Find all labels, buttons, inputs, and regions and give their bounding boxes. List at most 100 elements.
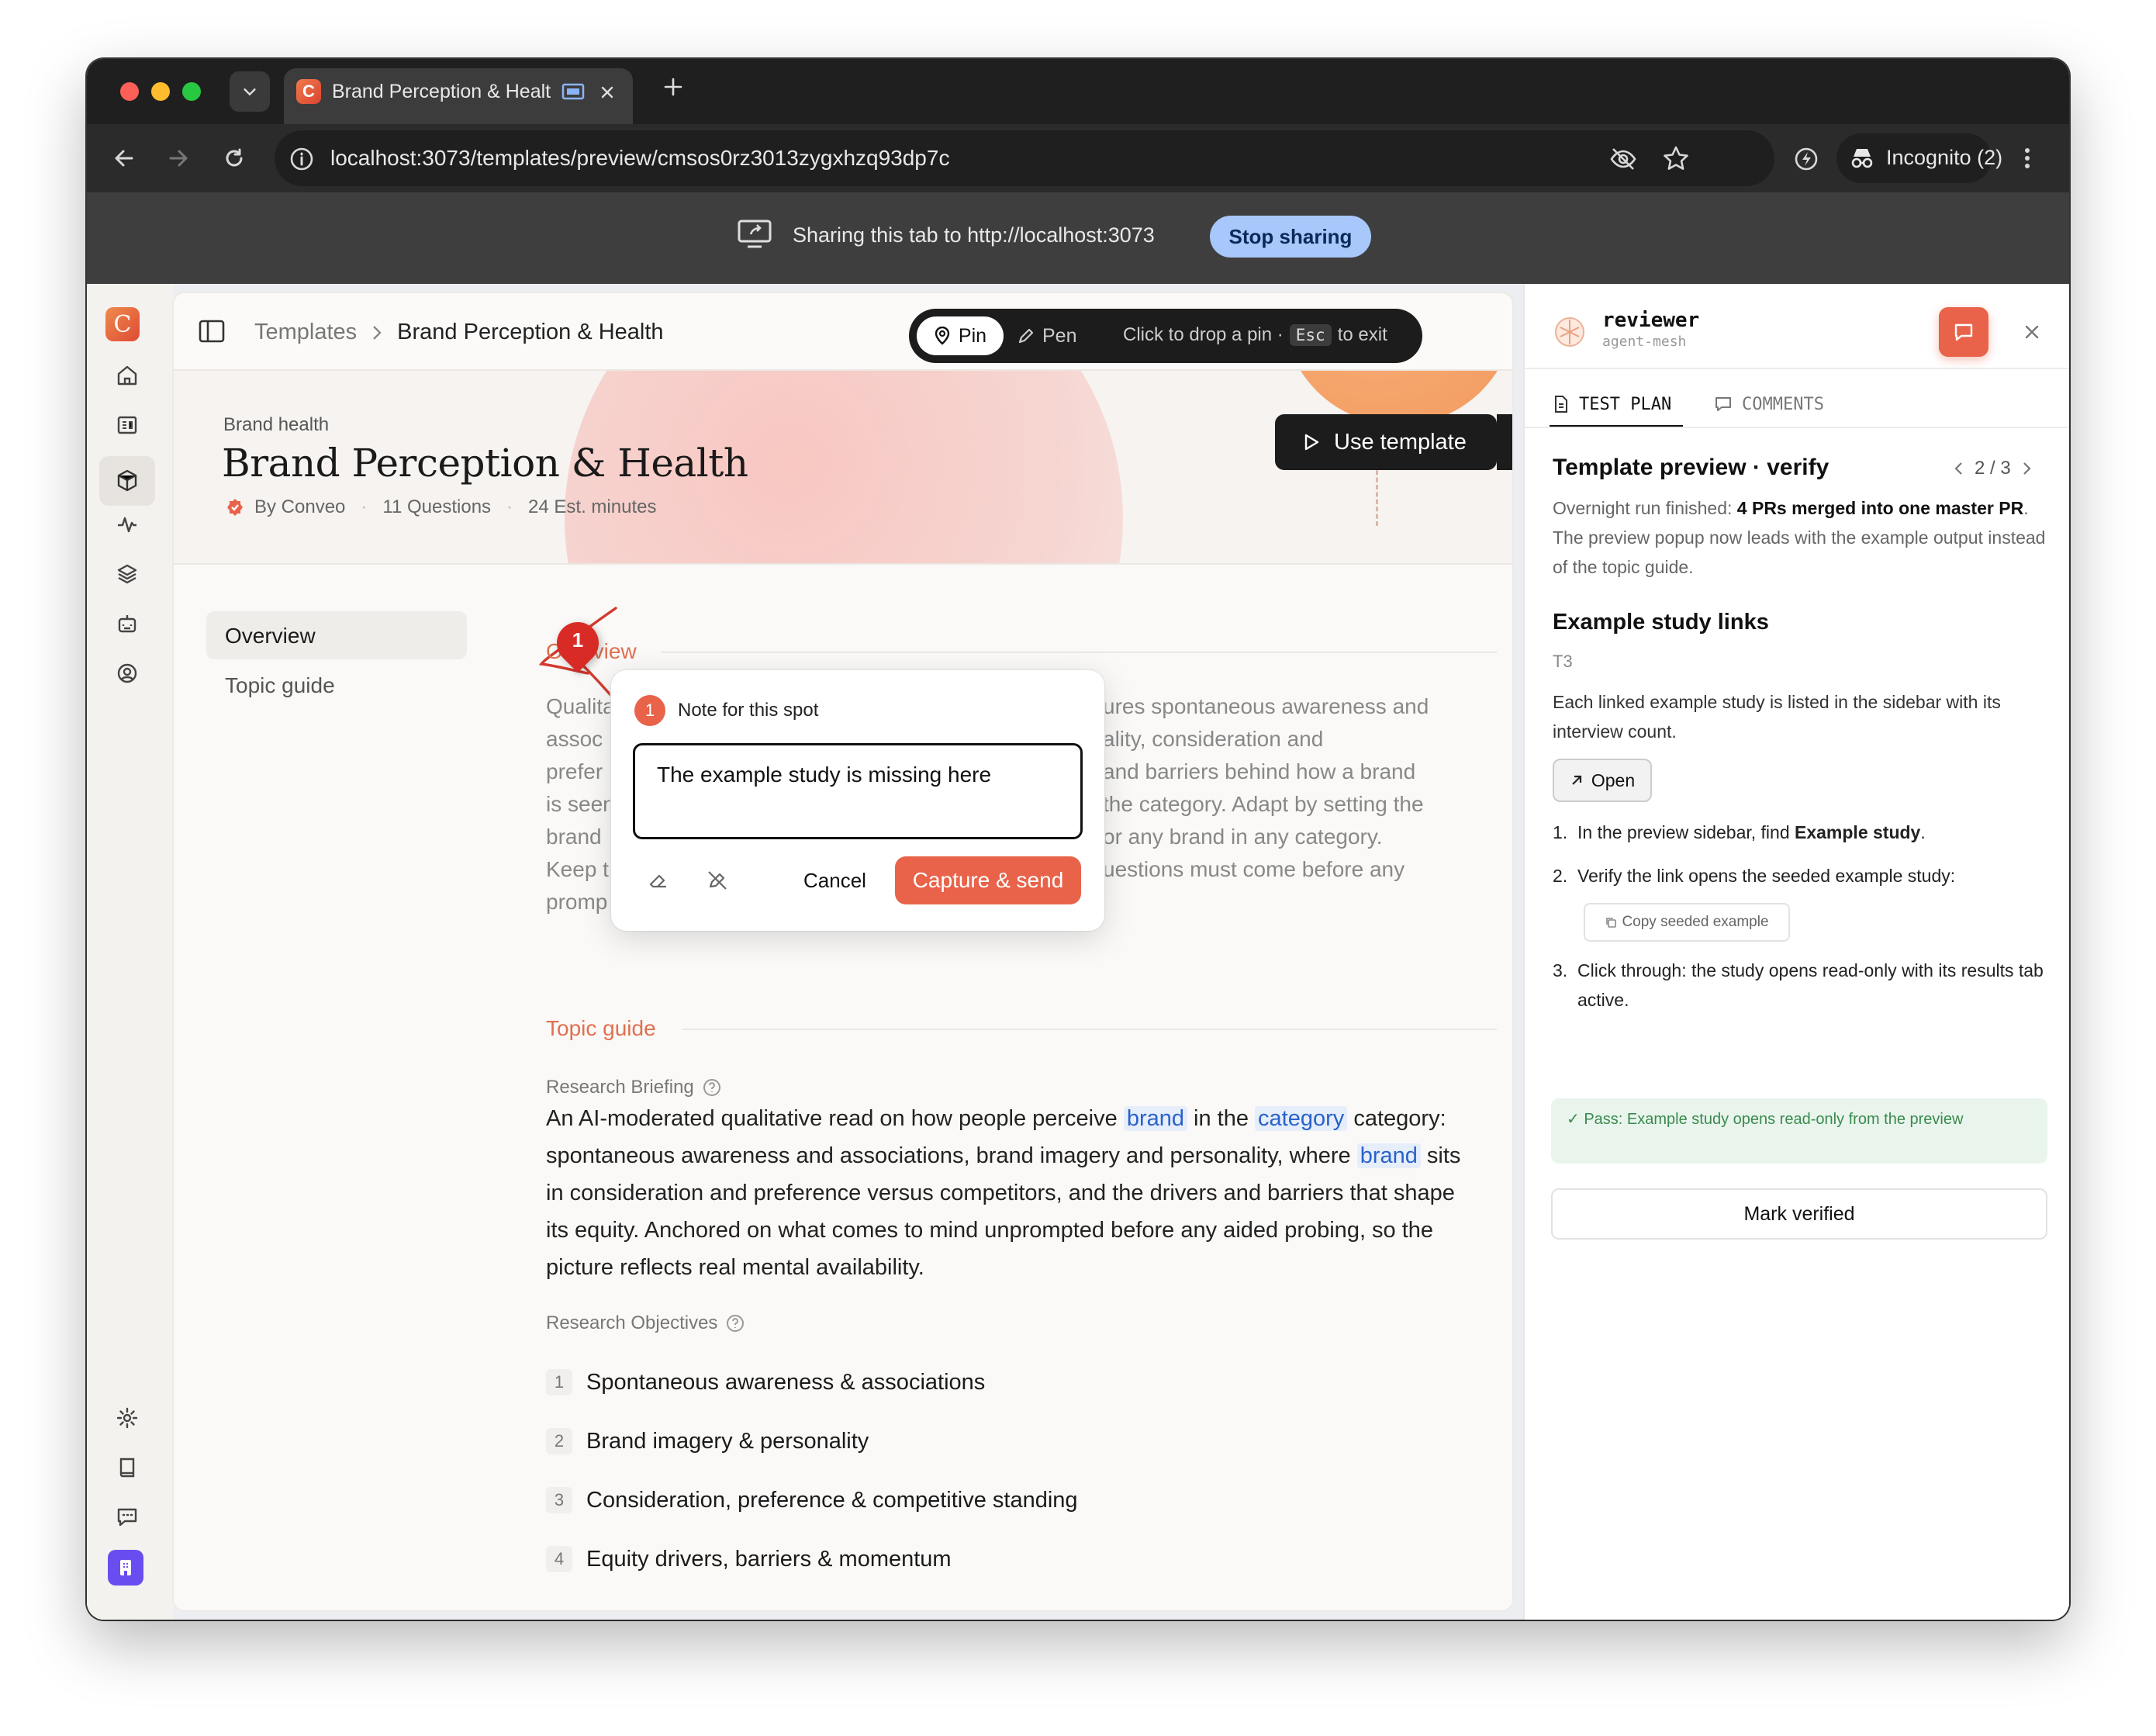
profile-chip[interactable]: Incognito (2) <box>1836 133 2002 183</box>
research-briefing-label-text: Research Briefing <box>546 1077 694 1098</box>
research-objectives-label: Research Objectives <box>546 1312 745 1334</box>
pin-mode-button[interactable]: Pin <box>917 316 1004 355</box>
pin-hint-exit: to exit <box>1337 324 1387 345</box>
tab-title: Brand Perception & Healt <box>332 81 551 102</box>
copy-icon <box>1606 918 1617 928</box>
overview-line: prefer <box>546 759 603 783</box>
reviewer-name: reviewer <box>1602 309 1700 332</box>
site-info-icon[interactable] <box>289 146 315 172</box>
workspace-avatar[interactable] <box>108 1550 143 1586</box>
open-button[interactable]: Open <box>1553 759 1652 802</box>
home-icon[interactable] <box>112 360 143 391</box>
plan-summary: Overnight run finished: 4 PRs merged int… <box>1553 493 2046 582</box>
template-duration: 24 Est. minutes <box>528 496 657 517</box>
profile-label: Incognito (2) <box>1886 146 2003 169</box>
topic-guide-section-rule <box>682 1029 1497 1030</box>
tab-test-plan[interactable]: TEST PLAN <box>1553 385 1671 424</box>
chevron-left-icon[interactable] <box>1953 460 1965 477</box>
summary-bold: 4 PRs merged into one master PR <box>1736 498 2024 518</box>
chevron-right-icon[interactable] <box>2020 460 2033 477</box>
pass-text: ✓ Pass: Example study opens read-only fr… <box>1567 1111 1964 1128</box>
verified-badge-icon <box>227 499 243 516</box>
app-logo[interactable]: C <box>105 307 140 341</box>
objective-text: Equity drivers, barriers & momentum <box>586 1546 952 1572</box>
breadcrumb: Templates Brand Perception & Health <box>254 320 664 345</box>
mark-verified-button[interactable]: Mark verified <box>1551 1188 2047 1240</box>
url-text: localhost:3073/templates/preview/cmsos0r… <box>330 146 950 170</box>
pen-mode-button[interactable]: Pen <box>1018 316 1076 355</box>
use-template-menu-button[interactable] <box>1497 414 1512 470</box>
close-tab-icon[interactable] <box>599 84 616 101</box>
step-text-post: . <box>1920 822 1926 842</box>
sidebar-toggle-icon[interactable] <box>199 320 225 343</box>
cancel-button[interactable]: Cancel <box>803 861 866 900</box>
extensions-icon[interactable] <box>1791 144 1821 174</box>
back-icon[interactable] <box>110 144 138 172</box>
message-square-icon <box>1715 397 1731 411</box>
step-item: 2. Verify the link opens the seeded examp… <box>1553 861 2049 890</box>
use-template-button[interactable]: Use template <box>1275 414 1498 470</box>
help-circle-icon[interactable] <box>702 1077 722 1098</box>
meta-separator: · <box>506 496 513 517</box>
incognito-icon <box>1851 149 1873 168</box>
activity-icon[interactable] <box>112 509 143 540</box>
step-number: 1. <box>1553 822 1568 842</box>
objective-number: 1 <box>546 1369 572 1395</box>
nav-overview[interactable]: Overview <box>206 611 467 659</box>
objective-number: 3 <box>546 1487 572 1513</box>
layers-icon[interactable] <box>112 558 143 590</box>
omnibox[interactable]: localhost:3073/templates/preview/cmsos0r… <box>275 130 1774 186</box>
brand-variable[interactable]: brand <box>1123 1106 1187 1131</box>
active-tab[interactable]: C Brand Perception & Healt <box>284 68 633 124</box>
section-title: Example study links <box>1553 610 1769 635</box>
stop-sharing-button[interactable]: Stop sharing <box>1210 216 1371 258</box>
steps-list: 1. In the preview sidebar, find Example s… <box>1553 818 2049 1015</box>
forward-icon[interactable] <box>164 144 192 172</box>
close-window-button[interactable] <box>120 82 139 101</box>
brand-variable[interactable]: brand <box>1356 1143 1421 1168</box>
help-circle-icon[interactable] <box>725 1313 745 1333</box>
template-questions: 11 Questions <box>382 496 492 517</box>
user-circle-icon[interactable] <box>112 658 143 689</box>
feedback-chat-icon[interactable] <box>112 1502 143 1533</box>
reload-icon[interactable] <box>220 144 248 172</box>
overview-line: Keep t <box>546 857 609 881</box>
eraser-icon[interactable] <box>647 869 670 892</box>
nav-topic-guide[interactable]: Topic guide <box>225 673 335 698</box>
note-textarea[interactable]: The example study is missing here <box>633 743 1083 839</box>
tab-comments[interactable]: COMMENTS <box>1714 385 1824 424</box>
maximize-window-button[interactable] <box>182 82 201 101</box>
topic-guide-section-title: Topic guide <box>546 1016 656 1040</box>
note-popup: 1 Note for this spot The example study i… <box>611 670 1104 931</box>
clear-pen-icon[interactable] <box>706 869 729 892</box>
close-panel-icon[interactable] <box>2023 323 2041 341</box>
objective-text: Brand imagery & personality <box>586 1428 869 1454</box>
docs-book-icon[interactable] <box>112 1452 143 1483</box>
breadcrumb-current: Brand Perception & Health <box>397 320 664 344</box>
eye-off-icon[interactable] <box>1608 144 1638 174</box>
toolbar: localhost:3073/templates/preview/cmsos0r… <box>87 124 2069 192</box>
objective-item: 2 Brand imagery & personality <box>546 1412 1078 1471</box>
building-icon <box>120 1560 131 1576</box>
overview-line: assoc <box>546 727 603 751</box>
kebab-menu-icon[interactable] <box>2021 144 2033 172</box>
map-pin-icon <box>935 327 950 345</box>
pen-icon <box>1018 328 1034 344</box>
capture-send-button[interactable]: Capture & send <box>895 856 1081 904</box>
app-rail: C <box>87 284 174 1620</box>
comment-toggle-button[interactable] <box>1939 307 1988 357</box>
studies-icon[interactable] <box>112 410 143 441</box>
bookmark-star-icon[interactable] <box>1661 144 1691 174</box>
step-item: 1. In the preview sidebar, find Example s… <box>1553 818 2049 847</box>
new-tab-icon[interactable] <box>662 76 684 98</box>
step-number: 3. <box>1553 960 1568 980</box>
robot-icon[interactable] <box>112 608 143 639</box>
tab-search-button[interactable] <box>230 71 270 112</box>
templates-icon[interactable] <box>99 456 155 506</box>
copy-seeded-example-button[interactable]: Copy seeded example <box>1584 903 1790 942</box>
file-text-icon <box>1555 396 1567 413</box>
category-variable[interactable]: category <box>1255 1106 1348 1131</box>
minimize-window-button[interactable] <box>151 82 170 101</box>
settings-icon[interactable] <box>112 1402 143 1433</box>
breadcrumb-parent-link[interactable]: Templates <box>254 320 357 345</box>
